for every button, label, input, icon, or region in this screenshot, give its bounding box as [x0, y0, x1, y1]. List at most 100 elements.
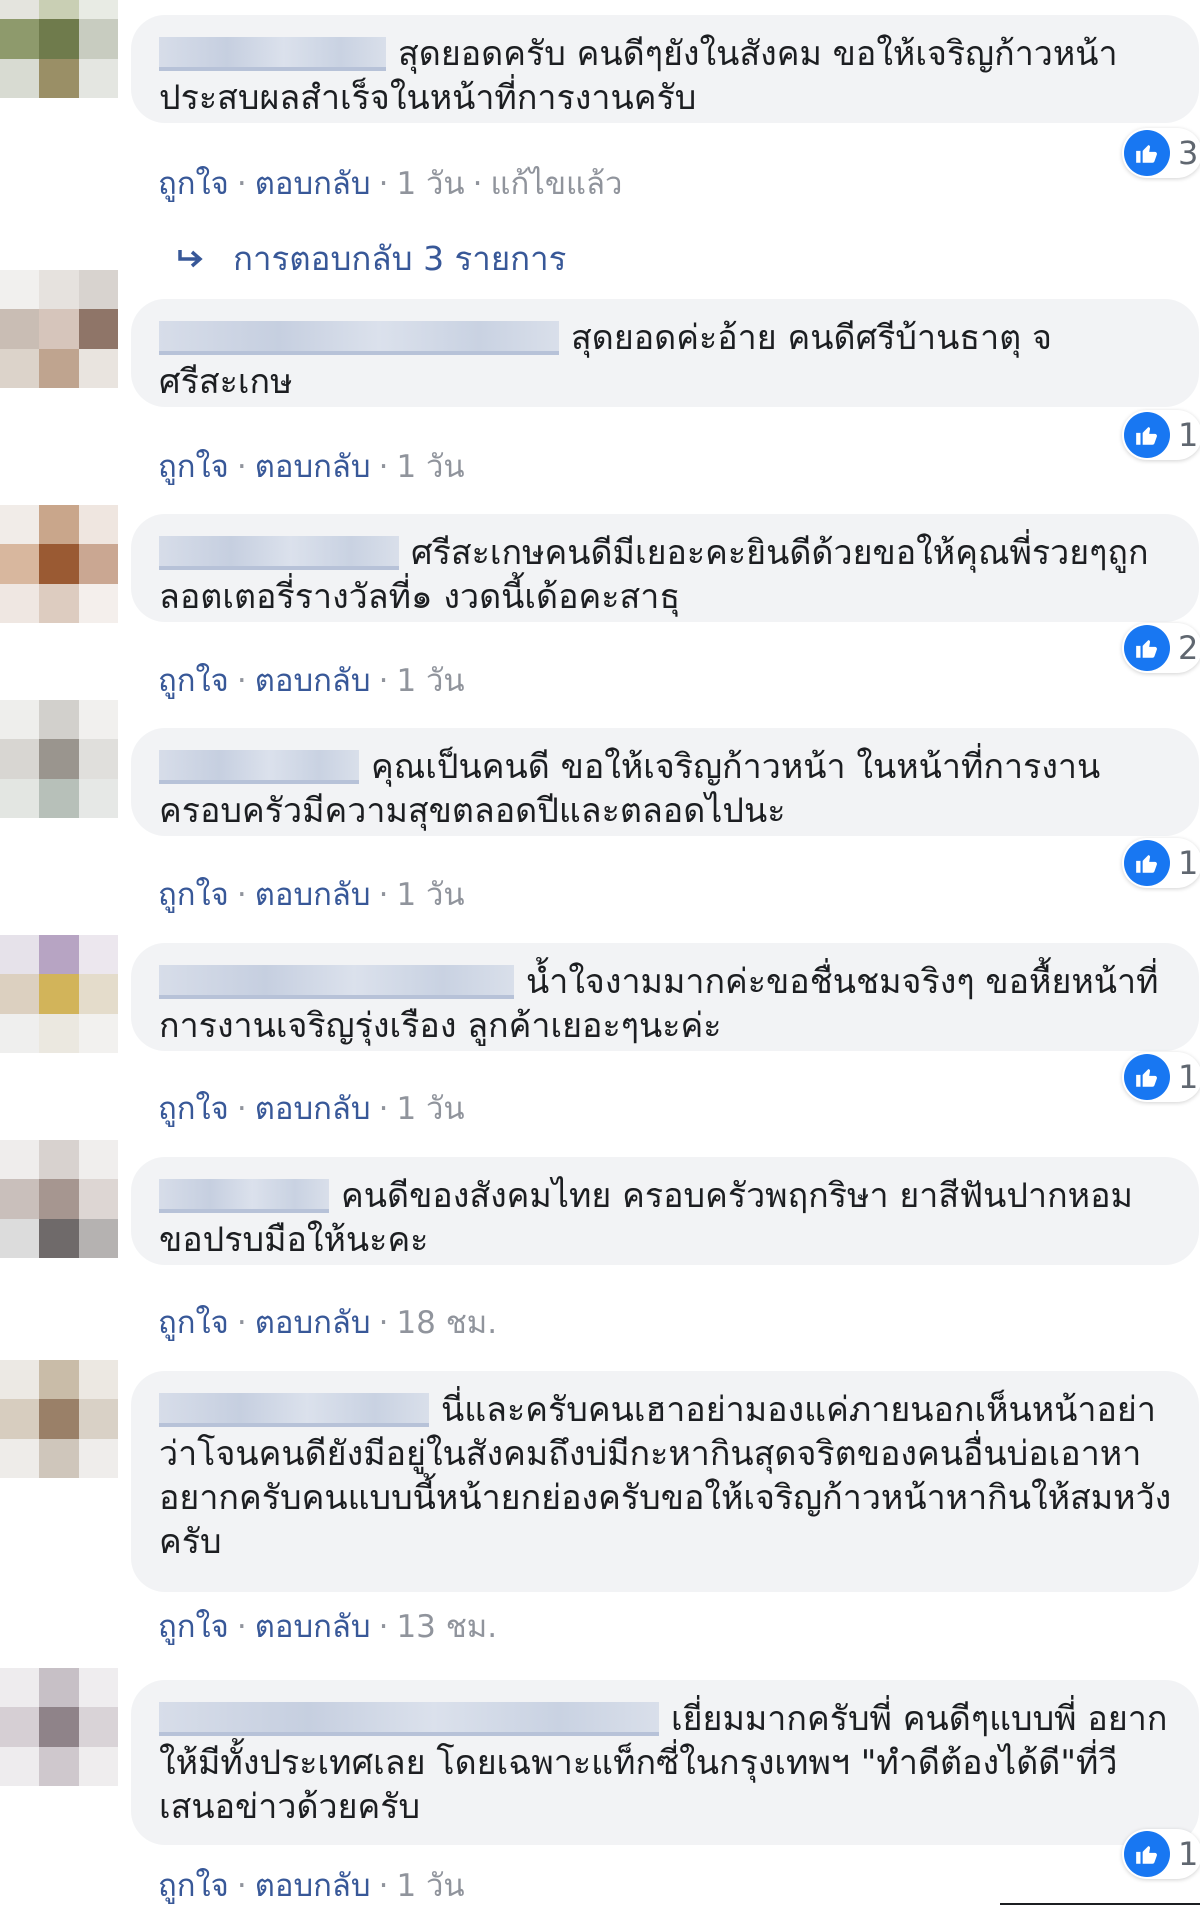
reaction-badge[interactable]: 1	[1122, 410, 1200, 460]
reaction-badge[interactable]: 1	[1122, 838, 1200, 888]
avatar[interactable]	[0, 0, 118, 98]
separator-dot: ·	[236, 1091, 247, 1127]
like-link[interactable]: ถูกใจ	[158, 877, 229, 913]
commenter-name-blurred[interactable]	[159, 321, 559, 355]
avatar-pixel	[78, 778, 118, 818]
commenter-name-blurred[interactable]	[159, 1702, 659, 1736]
separator-dot: ·	[378, 1305, 389, 1341]
separator-dot: ·	[236, 449, 247, 485]
avatar[interactable]	[0, 935, 118, 1053]
commenter-name-blurred[interactable]	[159, 1393, 429, 1427]
comment-actions: ถูกใจ · ตอบกลับ · 18 ชม.	[158, 1297, 497, 1347]
avatar-pixel	[39, 739, 79, 779]
avatar[interactable]	[0, 270, 118, 388]
timestamp-link[interactable]: 1 วัน	[396, 1091, 464, 1127]
like-link[interactable]: ถูกใจ	[158, 166, 229, 202]
reply-link[interactable]: ตอบกลับ	[255, 449, 371, 485]
avatar-pixel	[78, 1438, 118, 1478]
reply-link[interactable]: ตอบกลับ	[255, 1091, 371, 1127]
avatar-pixel	[39, 1218, 79, 1258]
avatar-pixel	[78, 739, 118, 779]
edited-label[interactable]: แก้ไขแล้ว	[490, 166, 622, 202]
avatar-pixel	[0, 1399, 40, 1439]
avatar-pixel	[39, 309, 79, 349]
avatar-pixel	[0, 974, 40, 1014]
comment-actions: ถูกใจ · ตอบกลับ · 13 ชม.	[158, 1601, 497, 1651]
reply-link[interactable]: ตอบกลับ	[255, 663, 371, 699]
avatar-pixel	[78, 974, 118, 1014]
avatar-pixel	[0, 1140, 40, 1180]
commenter-name-blurred[interactable]	[159, 965, 514, 999]
reaction-count: 1	[1178, 1058, 1199, 1096]
avatar-pixel	[39, 544, 79, 584]
timestamp-link[interactable]: 1 วัน	[396, 1868, 464, 1904]
avatar-pixel	[78, 1179, 118, 1219]
avatar-pixel	[0, 544, 40, 584]
replies-count-label: การตอบกลับ 3 รายการ	[233, 239, 567, 278]
comment-bubble: น้ำใจงามมากค่ะขอชื่นชมจริงๆ ขอหื้ยหน้าที…	[131, 943, 1199, 1051]
reaction-badge[interactable]: 1	[1122, 1052, 1200, 1102]
avatar-pixel	[39, 1707, 79, 1747]
avatar[interactable]	[0, 1140, 118, 1258]
reaction-count: 1	[1178, 1835, 1199, 1873]
avatar[interactable]	[0, 1360, 118, 1478]
like-link[interactable]: ถูกใจ	[158, 1091, 229, 1127]
reaction-badge[interactable]: 3	[1122, 128, 1200, 178]
comment-bubble: คุณเป็นคนดี ขอให้เจริญก้าวหน้า ในหน้าที่…	[131, 728, 1199, 836]
view-replies-link[interactable]: การตอบกลับ 3 รายการ	[175, 232, 566, 285]
timestamp-link[interactable]: 13 ชม.	[396, 1609, 497, 1645]
avatar-pixel	[0, 309, 40, 349]
commenter-name-blurred[interactable]	[159, 536, 399, 570]
avatar-pixel	[78, 1140, 118, 1180]
avatar-pixel	[0, 1438, 40, 1478]
timestamp-link[interactable]: 18 ชม.	[396, 1305, 497, 1341]
like-link[interactable]: ถูกใจ	[158, 663, 229, 699]
avatar-pixel	[0, 935, 40, 975]
avatar[interactable]	[0, 700, 118, 818]
commenter-name-blurred[interactable]	[159, 37, 386, 71]
avatar-pixel	[78, 348, 118, 388]
avatar-pixel	[0, 58, 40, 98]
avatar-pixel	[39, 0, 79, 20]
reaction-badge[interactable]: 1	[1122, 1829, 1200, 1879]
avatar-pixel	[78, 1746, 118, 1786]
avatar[interactable]	[0, 1668, 118, 1786]
reaction-badge[interactable]: 2	[1122, 623, 1200, 673]
comment-bubble: นี่และครับคนเฮาอย่ามองแค่ภายนอกเห็นหน้าอ…	[131, 1371, 1199, 1592]
avatar[interactable]	[0, 505, 118, 623]
comment-bubble: เยี่ยมมากครับพี่ คนดีๆแบบพี่ อยากให้มีทั…	[131, 1680, 1199, 1845]
reply-link[interactable]: ตอบกลับ	[255, 1868, 371, 1904]
like-link[interactable]: ถูกใจ	[158, 449, 229, 485]
like-link[interactable]: ถูกใจ	[158, 1868, 229, 1904]
commenter-name-blurred[interactable]	[159, 1179, 329, 1213]
avatar-pixel	[0, 1360, 40, 1400]
avatar-pixel	[39, 58, 79, 98]
divider	[1000, 1903, 1200, 1905]
like-link[interactable]: ถูกใจ	[158, 1305, 229, 1341]
avatar-pixel	[39, 505, 79, 545]
avatar-pixel	[78, 505, 118, 545]
separator-dot: ·	[236, 663, 247, 699]
reply-link[interactable]: ตอบกลับ	[255, 1609, 371, 1645]
avatar-pixel	[39, 1438, 79, 1478]
like-thumb-icon	[1124, 625, 1170, 671]
avatar-pixel	[39, 1013, 79, 1053]
reply-link[interactable]: ตอบกลับ	[255, 1305, 371, 1341]
like-link[interactable]: ถูกใจ	[158, 1609, 229, 1645]
avatar-pixel	[39, 1399, 79, 1439]
avatar-pixel	[78, 1668, 118, 1708]
separator-dot: ·	[378, 1091, 389, 1127]
avatar-pixel	[0, 583, 40, 623]
like-thumb-icon	[1124, 130, 1170, 176]
avatar-pixel	[78, 309, 118, 349]
reply-link[interactable]: ตอบกลับ	[255, 166, 371, 202]
timestamp-link[interactable]: 1 วัน	[396, 877, 464, 913]
avatar-pixel	[39, 1668, 79, 1708]
timestamp-link[interactable]: 1 วัน	[396, 663, 464, 699]
timestamp-link[interactable]: 1 วัน	[396, 166, 464, 202]
commenter-name-blurred[interactable]	[159, 750, 359, 784]
separator-dot: ·	[236, 166, 247, 202]
reply-link[interactable]: ตอบกลับ	[255, 877, 371, 913]
timestamp-link[interactable]: 1 วัน	[396, 449, 464, 485]
avatar-pixel	[78, 1013, 118, 1053]
